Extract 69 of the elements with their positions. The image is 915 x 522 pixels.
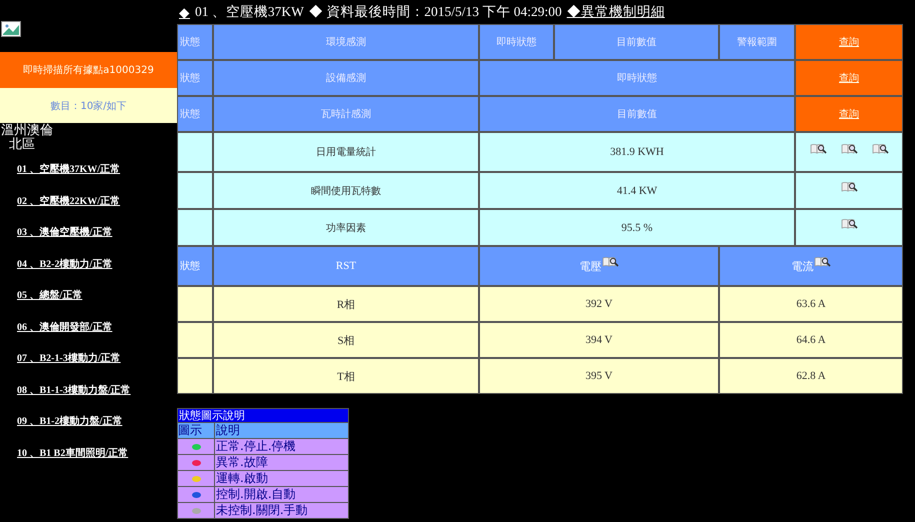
status-cell xyxy=(178,323,212,357)
table-cell: 395 V xyxy=(480,359,718,393)
legend-text: 運轉.啟動 xyxy=(215,471,348,486)
status-cell xyxy=(178,133,212,171)
company-name: 溫州澳倫 xyxy=(1,123,54,137)
table-cell: R相 xyxy=(214,287,478,321)
legend-text: 異常.故障 xyxy=(215,455,348,470)
section-title: 環境感測 xyxy=(214,25,478,59)
table-cell: 64.6 A xyxy=(720,323,902,357)
meter-value: 95.5 % xyxy=(480,210,794,245)
column-title: RST xyxy=(336,260,356,272)
table-cell: 392 V xyxy=(480,287,718,321)
column-header: 目前數值 xyxy=(480,97,794,131)
device-link[interactable]: 09 、B1-2樓動力盤/正常 xyxy=(17,416,122,427)
legend-header: 圖示 xyxy=(178,423,214,438)
table-cell: 62.8 A xyxy=(720,359,902,393)
device-link[interactable]: 08 、B1-1-3樓動力盤/正常 xyxy=(17,384,131,396)
status-cell xyxy=(178,359,212,393)
header-link[interactable]: ◆ xyxy=(179,4,190,20)
meter-label: 日用電量統計 xyxy=(214,133,478,171)
broken-image-icon xyxy=(1,21,21,37)
column-header: 即時狀態 xyxy=(480,25,553,59)
count-label: 數目：10家/如下 xyxy=(0,88,177,123)
status-cell: 狀態 xyxy=(178,25,212,59)
status-cell xyxy=(178,210,212,245)
device-link[interactable]: 06 、澳倫開發部/正常 xyxy=(17,322,112,332)
column-header: 目前數值 xyxy=(555,25,718,59)
book-magnifier-icon[interactable] xyxy=(840,218,858,229)
book-magnifier-icon[interactable] xyxy=(602,256,618,266)
device-link[interactable]: 05 、總盤/正常 xyxy=(17,290,82,301)
device-link[interactable]: 04 、B2-2樓動力/正常 xyxy=(17,258,112,270)
column-header: 即時狀態 xyxy=(480,61,794,95)
status-cell: 狀態 xyxy=(178,97,212,131)
table-cell: T相 xyxy=(214,359,478,393)
book-magnifier-icon[interactable] xyxy=(810,142,826,154)
legend-text: 未控制.關閉.手動 xyxy=(215,503,348,518)
device-link[interactable]: 10 、B1 B2車間照明/正常 xyxy=(17,448,128,458)
header-text: 01 、空壓機37KW xyxy=(195,3,304,21)
header-text: ◆ 資料最後時間：2015/5/13 下午 04:29:00 xyxy=(308,3,562,21)
table-cell: 394 V xyxy=(480,323,718,357)
device-link[interactable]: 02 、空壓機22KW/正常 xyxy=(17,196,120,206)
legend-title: 狀態圖示說明 xyxy=(178,409,348,422)
book-magnifier-icon[interactable] xyxy=(872,142,888,154)
column-title: 電壓 xyxy=(580,260,602,274)
legend-header: 說明 xyxy=(215,423,348,438)
column-header: 警報範圍 xyxy=(720,25,794,59)
table-cell: S相 xyxy=(214,323,478,357)
meter-label: 功率因素 xyxy=(214,210,478,245)
book-magnifier-icon[interactable] xyxy=(814,256,830,266)
table-cell: 63.6 A xyxy=(720,287,902,321)
meter-value: 41.4 KW xyxy=(480,173,794,208)
device-link[interactable]: 07 、B2-1-3樓動力/正常 xyxy=(17,353,121,364)
legend-text: 控制.開啟.自動 xyxy=(215,487,348,502)
column-title: 電流 xyxy=(792,260,814,274)
status-cell: 狀態 xyxy=(178,247,212,285)
legend-text: 正常.停止.停機 xyxy=(215,439,348,454)
status-cell: 狀態 xyxy=(178,61,212,95)
section-title: 設備感測 xyxy=(214,61,478,95)
book-magnifier-icon[interactable] xyxy=(840,181,858,192)
meter-value: 381.9 KWH xyxy=(480,133,794,171)
device-link[interactable]: 03 、澳倫空壓機/正常 xyxy=(17,227,112,238)
section-title: 瓦時計感測 xyxy=(214,97,478,131)
status-cell xyxy=(178,173,212,208)
region-label: 北區 xyxy=(9,137,36,151)
status-cell xyxy=(178,287,212,321)
meter-label: 瞬間使用瓦特數 xyxy=(214,173,478,208)
book-magnifier-icon[interactable] xyxy=(840,142,858,154)
device-link[interactable]: 01 、空壓機37KW/正常 xyxy=(17,164,120,175)
header-link[interactable]: ◆異常機制明細 xyxy=(566,3,665,21)
